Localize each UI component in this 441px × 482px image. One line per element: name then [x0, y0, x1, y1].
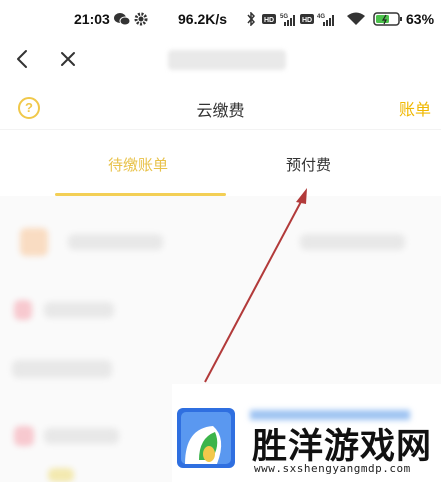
status-bar: 21:03 96.2K/s HD 5G HD 4G 63%: [0, 0, 441, 38]
signal-4g-icon: 4G: [317, 14, 334, 26]
close-icon[interactable]: [55, 46, 81, 72]
watermark-url: www.sxshengyangmdp.com: [254, 462, 411, 475]
watermark-logo-icon: [177, 408, 235, 468]
status-time: 21:03: [74, 11, 110, 27]
list-item-icon: [20, 228, 48, 256]
list-item-text: [300, 234, 405, 250]
list-item-icon: [48, 468, 74, 482]
chevron-left-icon[interactable]: [10, 46, 36, 72]
signal-5g-icon: 5G: [280, 14, 295, 26]
list-item-text: [68, 234, 163, 250]
network-speed: 96.2K/s: [178, 11, 228, 27]
hd-icon: HD: [262, 14, 276, 24]
battery-icon: [373, 12, 402, 26]
wechat-icon: [114, 13, 130, 26]
battery-percent: 63%: [406, 11, 435, 27]
svg-text:HD: HD: [264, 17, 274, 24]
hd-icon: HD: [300, 14, 314, 24]
list-item-icon: [14, 300, 32, 320]
svg-text:5G: 5G: [280, 14, 288, 20]
bill-link[interactable]: 账单: [399, 96, 431, 120]
wifi-icon: [347, 12, 365, 25]
svg-text:HD: HD: [302, 17, 312, 24]
nav-title-blurred: [168, 50, 286, 70]
gear-icon: [134, 12, 148, 26]
list-item-text: [44, 428, 119, 444]
list-item-text: [44, 302, 114, 318]
tab-bar: 待缴账单 预付费: [0, 140, 441, 196]
bluetooth-icon: [247, 12, 256, 26]
page-title: 云缴费: [196, 101, 245, 120]
svg-text:4G: 4G: [317, 14, 325, 20]
tab-pending-bills[interactable]: 待缴账单: [108, 154, 168, 175]
list-item-text: [12, 360, 112, 378]
list-item-icon: [14, 426, 34, 446]
tab-prepaid[interactable]: 预付费: [286, 154, 331, 175]
